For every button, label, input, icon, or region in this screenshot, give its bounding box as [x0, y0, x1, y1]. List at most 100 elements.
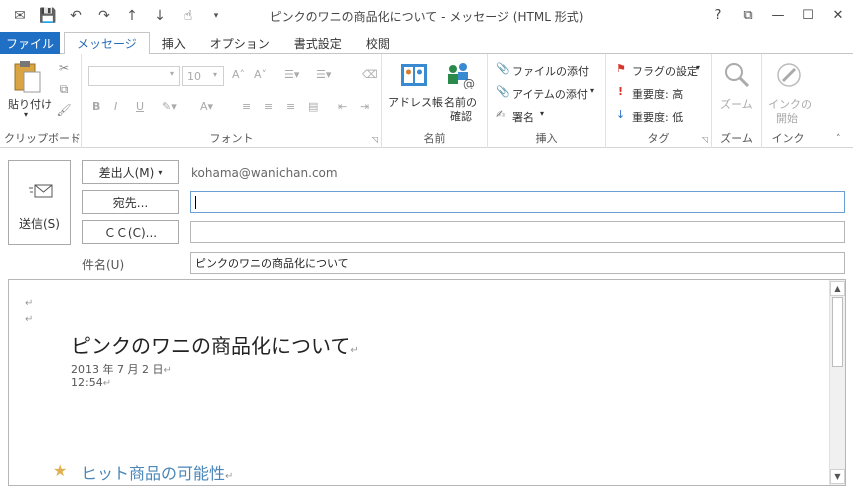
- tags-group-label: タグ: [647, 132, 670, 145]
- send-icon: [29, 183, 53, 199]
- scroll-thumb[interactable]: [832, 297, 843, 367]
- copy-icon[interactable]: ⧉: [56, 81, 72, 97]
- font-name-select[interactable]: [88, 66, 180, 86]
- to-button[interactable]: 宛先...: [82, 190, 179, 214]
- paste-button[interactable]: 貼り付け: [8, 96, 52, 112]
- names-group: アドレス帳 @ 名前の 確認 名前: [382, 54, 488, 148]
- zoom-group: ズーム ズーム: [712, 54, 762, 148]
- paragraph-mark: ↵: [225, 471, 234, 482]
- address-book-icon[interactable]: [398, 60, 430, 90]
- tab-format-text[interactable]: 書式設定: [282, 32, 354, 54]
- align-left-icon[interactable]: ≡: [242, 100, 251, 113]
- scroll-down-icon[interactable]: ▼: [830, 469, 845, 484]
- help-icon[interactable]: ?: [703, 0, 733, 30]
- bold-icon[interactable]: B: [92, 100, 100, 113]
- ribbon-display-icon[interactable]: ⧉: [733, 0, 763, 30]
- attach-file-button[interactable]: ファイルの添付: [512, 63, 589, 79]
- paste-icon[interactable]: [10, 60, 44, 94]
- subject-field[interactable]: ピンクのワニの商品化について: [190, 252, 845, 274]
- decrease-indent-icon[interactable]: ⇤: [338, 100, 347, 113]
- font-size-select[interactable]: 10 ▾: [182, 66, 224, 86]
- address-book-button[interactable]: アドレス帳: [388, 94, 443, 110]
- italic-icon[interactable]: I: [114, 100, 117, 113]
- start-inking-button-line2[interactable]: 開始: [776, 110, 798, 126]
- clipboard-group-label: クリップボード: [4, 132, 81, 145]
- check-names-button-line2[interactable]: 確認: [450, 108, 472, 124]
- ribbon-tabs: ファイル メッセージ 挿入 オプション 書式設定 校閲: [0, 32, 853, 55]
- body-heading: ヒット商品の可能性↵: [81, 460, 233, 484]
- font-size-dropdown-icon[interactable]: ▾: [213, 70, 217, 79]
- to-field[interactable]: [190, 191, 845, 213]
- justify-icon[interactable]: ▤: [308, 100, 318, 113]
- zoom-button[interactable]: ズーム: [720, 96, 753, 112]
- format-painter-icon[interactable]: 🖌: [56, 102, 72, 118]
- grow-font-icon[interactable]: A˄: [232, 68, 245, 81]
- font-name-dropdown-icon[interactable]: ▾: [170, 69, 174, 78]
- paperclip-icon: 📎: [496, 62, 510, 75]
- tags-group: ⚑ フラグの設定 ▾ ! 重要度: 高 ↓ 重要度: 低 タグ ◹: [606, 54, 712, 148]
- highlight-icon[interactable]: ✎▾: [162, 100, 177, 113]
- ribbon: 貼り付け ▾ ✂ ⧉ 🖌 クリップボード ◹ ▾ 10 ▾ A˄ A˅ ☰▾ ☰…: [0, 54, 853, 148]
- zoom-group-label: ズーム: [720, 132, 753, 145]
- bullets-icon[interactable]: ☰▾: [284, 68, 299, 81]
- tab-insert[interactable]: 挿入: [150, 32, 198, 54]
- from-dropdown-icon: ▾: [158, 167, 163, 177]
- zoom-icon[interactable]: [722, 60, 752, 90]
- body-date-text: 2013 年 7 月 2 日: [71, 363, 164, 376]
- align-center-icon[interactable]: ≡: [264, 100, 273, 113]
- increase-indent-icon[interactable]: ⇥: [360, 100, 369, 113]
- from-button[interactable]: 差出人(M) ▾: [82, 160, 179, 184]
- vertical-scrollbar[interactable]: ▲ ▼: [829, 280, 845, 485]
- cc-field[interactable]: [190, 221, 845, 243]
- tab-review[interactable]: 校閲: [354, 32, 402, 54]
- cc-button[interactable]: ＣＣ(C)...: [82, 220, 179, 244]
- dialog-launcher-icon[interactable]: ◹: [72, 135, 78, 144]
- follow-up-button[interactable]: フラグの設定: [632, 63, 698, 79]
- close-icon[interactable]: ✕: [823, 0, 853, 30]
- ink-group: インクの 開始 インク: [762, 54, 814, 148]
- text-cursor: [195, 195, 196, 209]
- paste-dropdown-icon[interactable]: ▾: [24, 110, 28, 119]
- minimize-icon[interactable]: —: [763, 0, 793, 30]
- scroll-up-icon[interactable]: ▲: [830, 281, 845, 296]
- dialog-launcher-icon[interactable]: ◹: [372, 135, 378, 144]
- body-time-text: 12:54: [71, 376, 103, 389]
- shrink-font-icon[interactable]: A˅: [254, 68, 267, 81]
- flag-icon: ⚑: [616, 62, 626, 75]
- paragraph-mark: ↵: [25, 298, 34, 309]
- message-body[interactable]: ↵ ↵ ピンクのワニの商品化について↵ 2013 年 7 月 2 日↵ 12:5…: [8, 279, 846, 486]
- body-title-text: ピンクのワニの商品化について: [71, 334, 351, 358]
- pen-icon[interactable]: [774, 60, 804, 90]
- tab-file[interactable]: ファイル: [0, 32, 60, 54]
- font-color-icon[interactable]: A▾: [200, 100, 213, 113]
- underline-icon[interactable]: U: [136, 100, 144, 113]
- tab-options[interactable]: オプション: [198, 32, 282, 54]
- attach-item-button[interactable]: アイテムの添付: [512, 86, 588, 102]
- collapse-ribbon-icon[interactable]: ˄: [836, 134, 841, 144]
- dialog-launcher-icon[interactable]: ◹: [702, 135, 708, 144]
- importance-high-icon: !: [618, 85, 624, 98]
- star-icon: ★: [53, 461, 68, 480]
- align-right-icon[interactable]: ≡: [286, 100, 295, 113]
- follow-up-dropdown-icon[interactable]: ▾: [696, 63, 700, 72]
- window-controls: ? ⧉ — ☐ ✕: [703, 0, 853, 30]
- attach-item-dropdown-icon[interactable]: ▾: [590, 86, 594, 95]
- tab-message[interactable]: メッセージ: [64, 32, 150, 55]
- font-group-label: フォント: [209, 132, 254, 145]
- importance-high-button[interactable]: 重要度: 高: [632, 86, 683, 102]
- from-button-label: 差出人(M): [98, 165, 155, 180]
- font-group: ▾ 10 ▾ A˄ A˅ ☰▾ ☰▾ ⌫ B I U ✎▾ A▾ ≡ ≡ ≡ ▤…: [82, 54, 382, 148]
- ink-group-label: インク: [771, 132, 805, 145]
- from-address: kohama@wanichan.com: [191, 166, 338, 180]
- check-names-icon[interactable]: @: [444, 60, 476, 90]
- maximize-icon[interactable]: ☐: [793, 0, 823, 30]
- include-group: 📎 ファイルの添付 📎 アイテムの添付 ▾ ✍ 署名 ▾ 挿入: [488, 54, 606, 148]
- importance-low-button[interactable]: 重要度: 低: [632, 109, 683, 125]
- signature-dropdown-icon[interactable]: ▾: [540, 109, 544, 118]
- signature-button[interactable]: 署名: [512, 109, 534, 125]
- cut-icon[interactable]: ✂: [56, 60, 72, 76]
- paperclip-icon: 📎: [496, 85, 510, 98]
- numbering-icon[interactable]: ☰▾: [316, 68, 331, 81]
- send-button[interactable]: 送信(S): [8, 160, 71, 245]
- clear-formatting-icon[interactable]: ⌫: [362, 68, 378, 81]
